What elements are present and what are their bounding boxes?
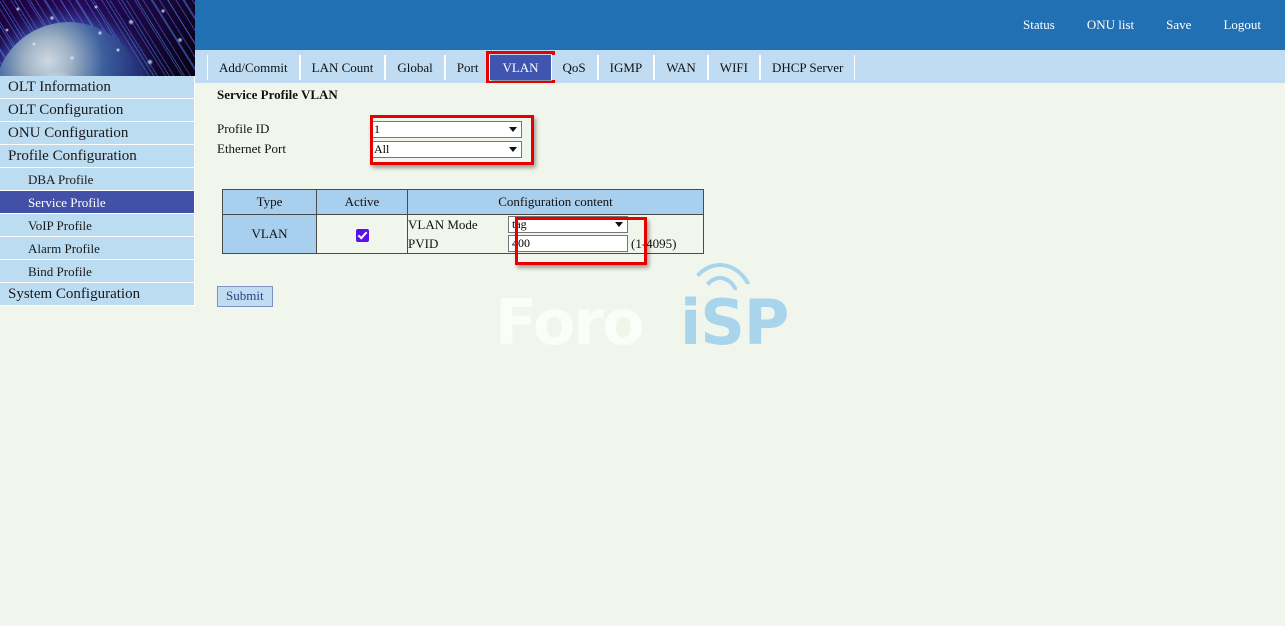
tab-qos[interactable]: QoS	[550, 55, 598, 80]
top-header-bar: Status ONU list Save Logout	[195, 0, 1285, 50]
topmenu-status[interactable]: Status	[1007, 17, 1071, 33]
topmenu-save[interactable]: Save	[1150, 17, 1207, 33]
sidebar-item-label: DBA Profile	[28, 172, 94, 187]
pvid-range-hint: (1-4095)	[631, 235, 677, 251]
cell-type-vlan: VLAN	[222, 214, 317, 254]
col-header-active: Active	[316, 189, 408, 215]
sidebar-item-label: System Configuration	[8, 286, 141, 302]
sidebar-nav: OLT Information OLT Configuration ONU Conf…	[0, 76, 195, 306]
tab-lan-count[interactable]: LAN Count	[299, 55, 386, 80]
tab-add-commit[interactable]: Add/Commit	[207, 55, 300, 80]
profile-selector-form: Profile ID 1 Ethernet Port All	[217, 115, 534, 165]
vlan-config-table: Type Active Configuration content VLAN V…	[222, 189, 704, 254]
cell-configuration-content: VLAN Mode tag PVID 400 (1-4095)	[407, 214, 704, 254]
table-header-row: Type Active Configuration content	[222, 189, 704, 215]
wifi-arc-inner-icon	[699, 276, 741, 304]
sidebar-item-system-configuration[interactable]: System Configuration	[0, 283, 195, 306]
main-content: Foro iSP Service Profile VLAN Profile ID…	[195, 83, 1285, 626]
chevron-down-icon	[509, 126, 517, 132]
tab-port[interactable]: Port	[444, 55, 491, 80]
tab-wifi[interactable]: WIFI	[707, 55, 760, 80]
sidebar-item-dba-profile[interactable]: DBA Profile	[0, 168, 195, 191]
topmenu-logout[interactable]: Logout	[1207, 17, 1277, 33]
sidebar-item-label: Alarm Profile	[28, 241, 100, 256]
sidebar-item-label: ONU Configuration	[8, 125, 129, 141]
tab-global[interactable]: Global	[385, 55, 445, 80]
watermark-foro-text: Foro	[495, 286, 645, 359]
ethernet-port-select[interactable]: All	[370, 140, 522, 158]
form-row-ethernet-port: Ethernet Port All	[217, 139, 522, 159]
profile-id-label: Profile ID	[217, 121, 270, 136]
sidebar-item-label: VoIP Profile	[28, 218, 92, 233]
sidebar-item-service-profile[interactable]: Service Profile	[0, 191, 195, 214]
sidebar-item-olt-information[interactable]: OLT Information	[0, 76, 195, 99]
brand-banner-image	[0, 0, 195, 76]
chevron-down-icon	[615, 222, 623, 227]
wifi-arc-outer-icon	[685, 263, 755, 305]
chevron-down-icon	[509, 146, 517, 152]
pvid-label: PVID	[408, 235, 439, 251]
cell-active	[316, 214, 408, 254]
sidebar-item-label: OLT Information	[8, 79, 111, 95]
profile-id-select[interactable]: 1	[370, 120, 522, 138]
vlan-mode-row: VLAN Mode tag	[408, 215, 703, 234]
ethernet-port-value: All	[374, 141, 390, 156]
vlan-config-table-wrap: Type Active Configuration content VLAN V…	[222, 189, 704, 265]
table-row: VLAN VLAN Mode tag PVID 400 (1-4095)	[222, 214, 704, 254]
page-title: Service Profile VLAN	[217, 87, 338, 102]
topmenu-onu-list[interactable]: ONU list	[1071, 17, 1150, 33]
profile-id-value: 1	[374, 121, 380, 136]
sidebar-item-alarm-profile[interactable]: Alarm Profile	[0, 237, 195, 260]
sidebar-item-voip-profile[interactable]: VoIP Profile	[0, 214, 195, 237]
tab-bar: Add/Commit LAN Count Global Port VLAN QoS IGMP…	[195, 50, 1285, 84]
pvid-input[interactable]: 400	[508, 235, 628, 252]
sidebar-item-label: Bind Profile	[28, 264, 92, 279]
tab-dhcp-server[interactable]: DHCP Server	[759, 55, 856, 80]
vlan-active-checkbox[interactable]	[355, 228, 369, 242]
sidebar-item-onu-configuration[interactable]: ONU Configuration	[0, 122, 195, 145]
pvid-row: PVID 400 (1-4095)	[408, 234, 703, 253]
sidebar-item-label: Service Profile	[28, 195, 106, 210]
vlan-mode-value: tag	[512, 217, 527, 231]
sidebar-item-bind-profile[interactable]: Bind Profile	[0, 260, 195, 283]
light-dots-decoration	[0, 0, 195, 76]
ethernet-port-label: Ethernet Port	[217, 141, 286, 156]
submit-button[interactable]: Submit	[217, 286, 273, 307]
form-row-profile-id: Profile ID 1	[217, 119, 522, 139]
sidebar-item-label: Profile Configuration	[8, 148, 137, 164]
tab-igmp[interactable]: IGMP	[597, 55, 655, 80]
vlan-mode-select[interactable]: tag	[508, 216, 628, 233]
col-header-configuration-content: Configuration content	[407, 189, 704, 215]
left-column: OLT Information OLT Configuration ONU Conf…	[0, 0, 195, 626]
sidebar-item-profile-configuration[interactable]: Profile Configuration	[0, 145, 195, 168]
vlan-mode-label: VLAN Mode	[408, 216, 478, 232]
tab-vlan[interactable]: VLAN	[486, 51, 555, 84]
sidebar-item-label: OLT Configuration	[8, 102, 124, 118]
page-root: OLT Information OLT Configuration ONU Conf…	[0, 0, 1285, 626]
sidebar-item-olt-configuration[interactable]: OLT Configuration	[0, 99, 195, 122]
tab-wan[interactable]: WAN	[654, 55, 708, 80]
watermark-isp-text: iSP	[680, 286, 789, 359]
foroisp-watermark: Foro iSP	[495, 258, 815, 368]
col-header-type: Type	[222, 189, 317, 215]
top-menu: Status ONU list Save Logout	[1007, 0, 1277, 50]
